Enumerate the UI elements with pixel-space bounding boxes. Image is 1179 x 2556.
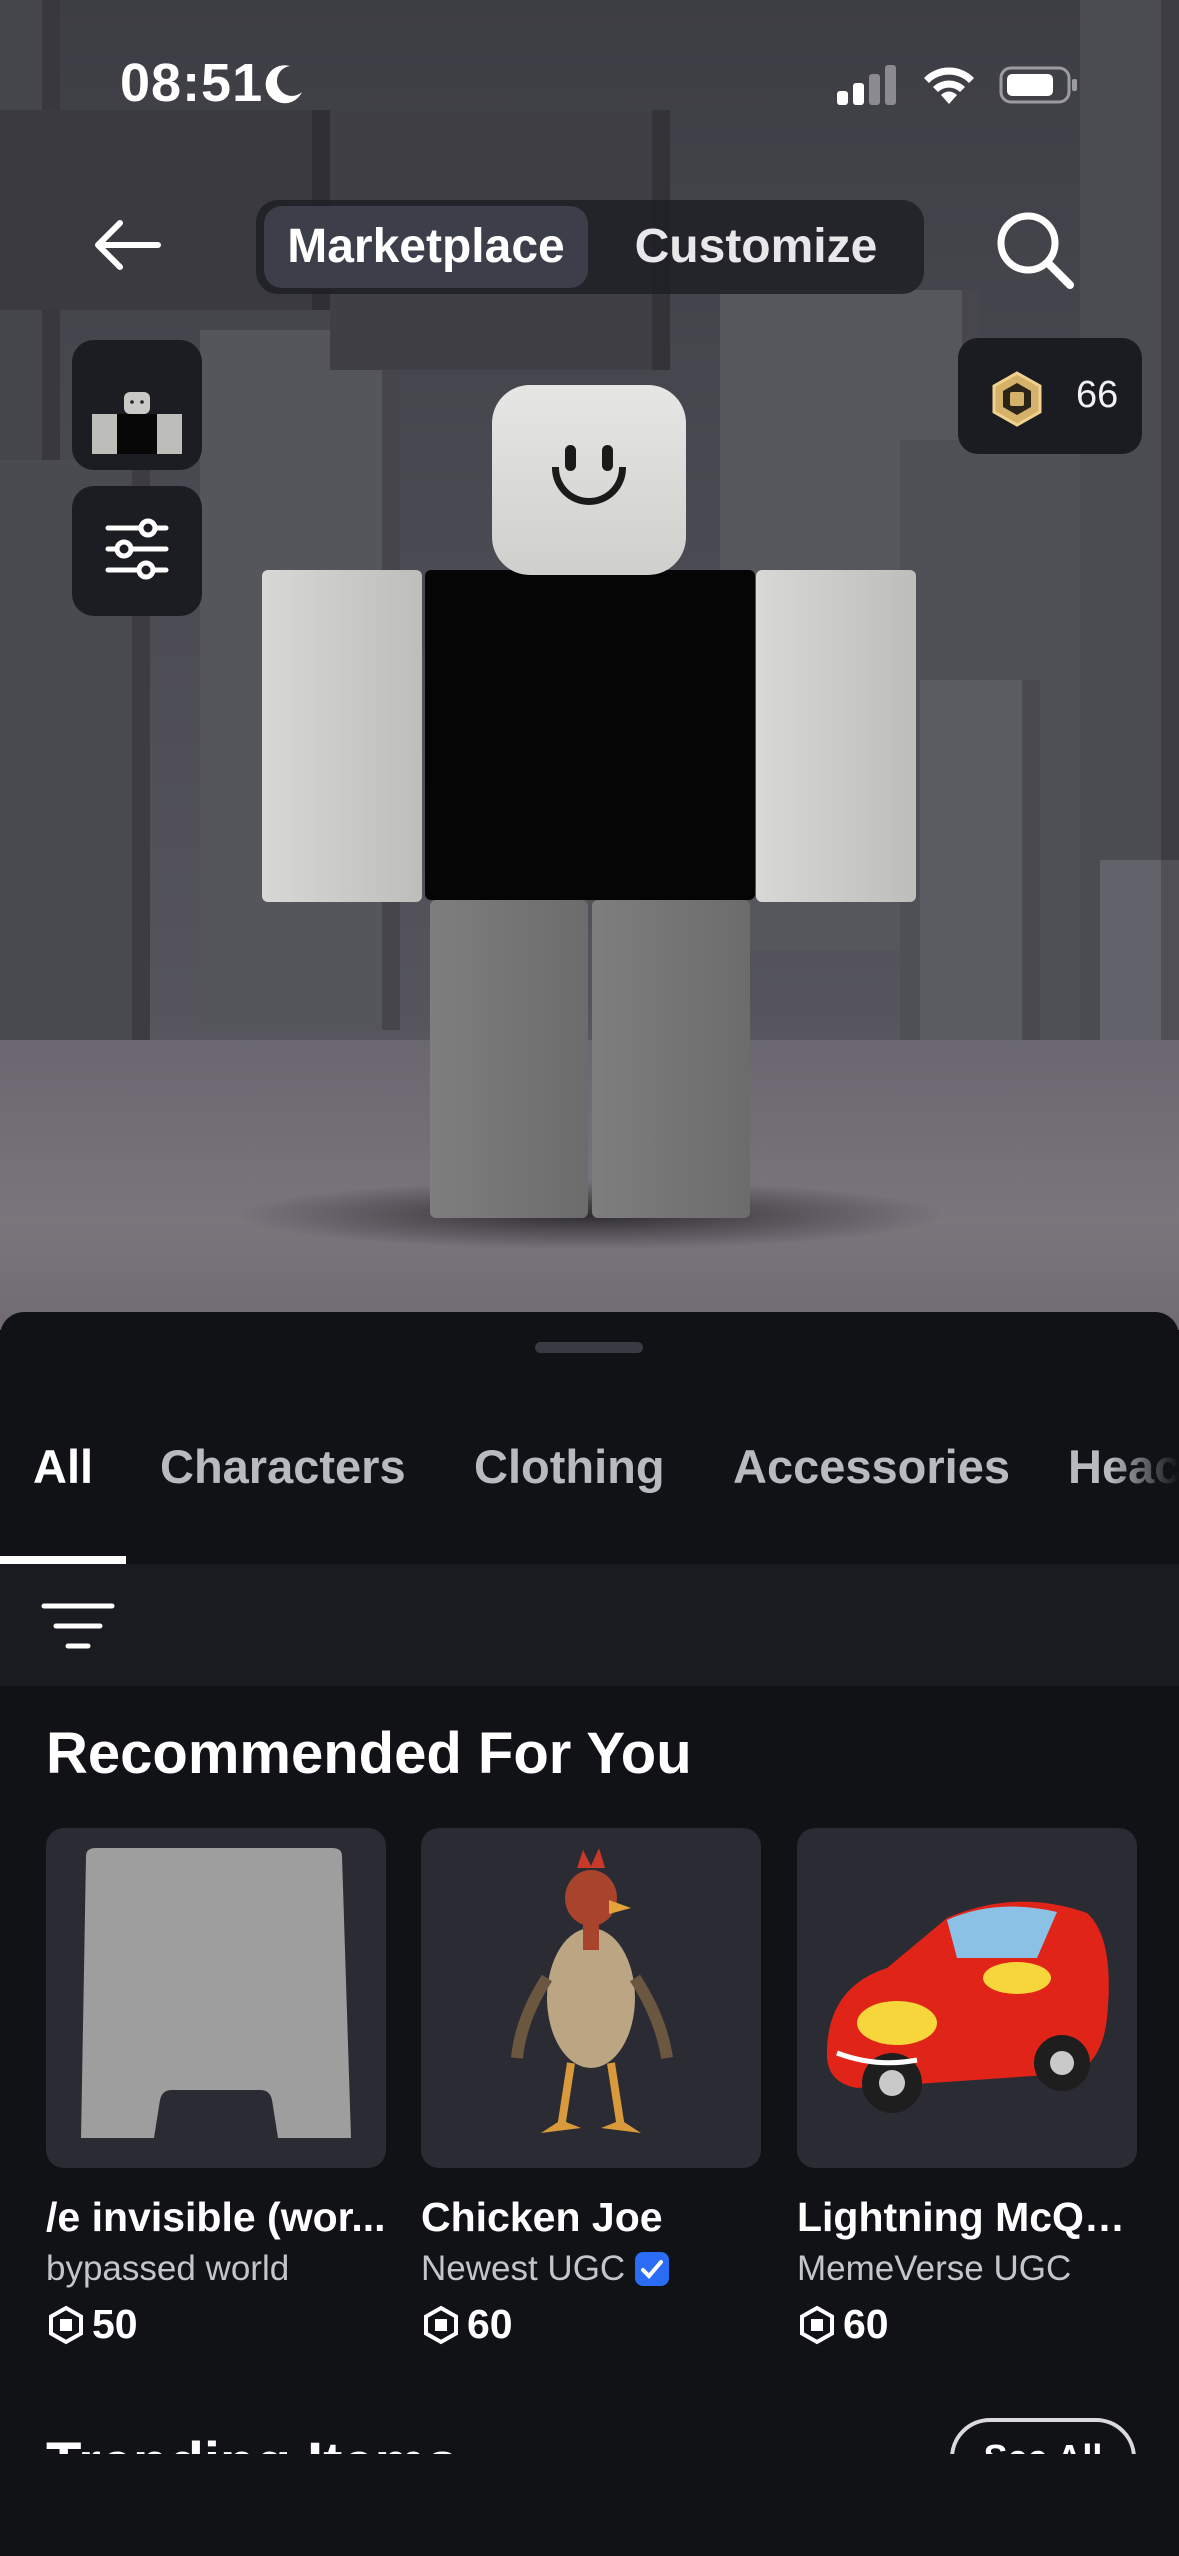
- item-creator[interactable]: MemeVerse UGC: [797, 2249, 1137, 2289]
- outfit-thumbnail-button[interactable]: [72, 340, 202, 470]
- avatar-thumbnail-icon: [92, 392, 182, 454]
- item-card[interactable]: /e invisible (wor... bypassed world 50: [46, 1828, 386, 2348]
- battery-icon: [999, 66, 1077, 104]
- tab-all[interactable]: All: [33, 1422, 93, 1512]
- avatar-left-leg: [430, 900, 588, 1218]
- avatar-left-arm: [262, 570, 422, 902]
- item-name: Lightning McQu...: [797, 2194, 1137, 2240]
- adjust-settings-button[interactable]: [72, 486, 202, 616]
- see-all-button[interactable]: See All: [950, 2418, 1136, 2454]
- moon-icon: [265, 65, 302, 104]
- trending-section: Trending Items See All: [0, 2400, 1179, 2454]
- item-thumbnail[interactable]: [46, 1828, 386, 2168]
- robux-icon: [49, 2305, 83, 2344]
- item-price: 50: [46, 2301, 386, 2348]
- sort-lines-icon: [41, 1603, 115, 1649]
- back-button[interactable]: [88, 210, 168, 280]
- chicken-joe-image: [511, 1848, 673, 2133]
- status-icons: [837, 64, 1079, 106]
- item-price: 60: [421, 2301, 761, 2348]
- section-title-trending: Trending Items: [46, 2430, 459, 2454]
- tabs-fade: [1109, 1412, 1179, 1522]
- tab-marketplace[interactable]: Marketplace: [264, 206, 588, 288]
- verified-badge-icon: [635, 2252, 670, 2286]
- avatar-right-leg: [592, 900, 750, 1218]
- item-card[interactable]: Lightning McQu... MemeVerse UGC 60: [797, 1828, 1137, 2348]
- category-tabs: All Characters Clothing Accessories Heac: [0, 1422, 1179, 1542]
- mode-segmented-control: Marketplace Customize: [256, 200, 924, 294]
- search-button[interactable]: [990, 205, 1080, 295]
- signal-icon: [837, 65, 896, 105]
- robux-balance-button[interactable]: 66: [958, 338, 1142, 454]
- tab-characters[interactable]: Characters: [160, 1422, 406, 1512]
- arrow-left-icon: [95, 220, 161, 270]
- robux-icon: [800, 2305, 834, 2344]
- robux-icon: [992, 371, 1042, 427]
- sort-filter-button[interactable]: [38, 1592, 118, 1662]
- active-tab-indicator: [0, 1556, 126, 1564]
- item-name: /e invisible (wor...: [46, 2194, 386, 2240]
- item-price: 60: [797, 2301, 1137, 2348]
- avatar-right-arm: [756, 570, 916, 902]
- item-thumbnail[interactable]: [797, 1828, 1137, 2168]
- avatar-smile: [552, 467, 626, 505]
- sheet-grabber[interactable]: [535, 1342, 643, 1353]
- robux-icon: [424, 2305, 458, 2344]
- invisible-item-image: [81, 1848, 351, 2138]
- avatar-head: [492, 385, 686, 575]
- status-time: 08:51: [120, 53, 264, 113]
- avatar-shadow: [230, 1180, 950, 1250]
- filter-bar: [0, 1564, 1179, 1686]
- tab-clothing[interactable]: Clothing: [474, 1422, 665, 1512]
- tab-accessories[interactable]: Accessories: [733, 1422, 1010, 1512]
- avatar-torso: [425, 570, 755, 900]
- robux-balance: 66: [1076, 374, 1119, 416]
- item-name: Chicken Joe: [421, 2194, 663, 2240]
- item-creator[interactable]: Newest UGC: [421, 2249, 761, 2289]
- wifi-icon: [924, 67, 974, 104]
- item-card[interactable]: Chicken Joe Newest UGC 60: [421, 1828, 761, 2348]
- item-creator[interactable]: bypassed world: [46, 2249, 386, 2289]
- search-icon: [997, 212, 1074, 289]
- section-title-recommended: Recommended For You: [46, 1721, 692, 1786]
- lightning-mcqueen-image: [826, 1901, 1109, 2113]
- sliders-icon: [105, 518, 169, 580]
- tab-customize[interactable]: Customize: [596, 206, 916, 288]
- item-thumbnail[interactable]: [421, 1828, 761, 2168]
